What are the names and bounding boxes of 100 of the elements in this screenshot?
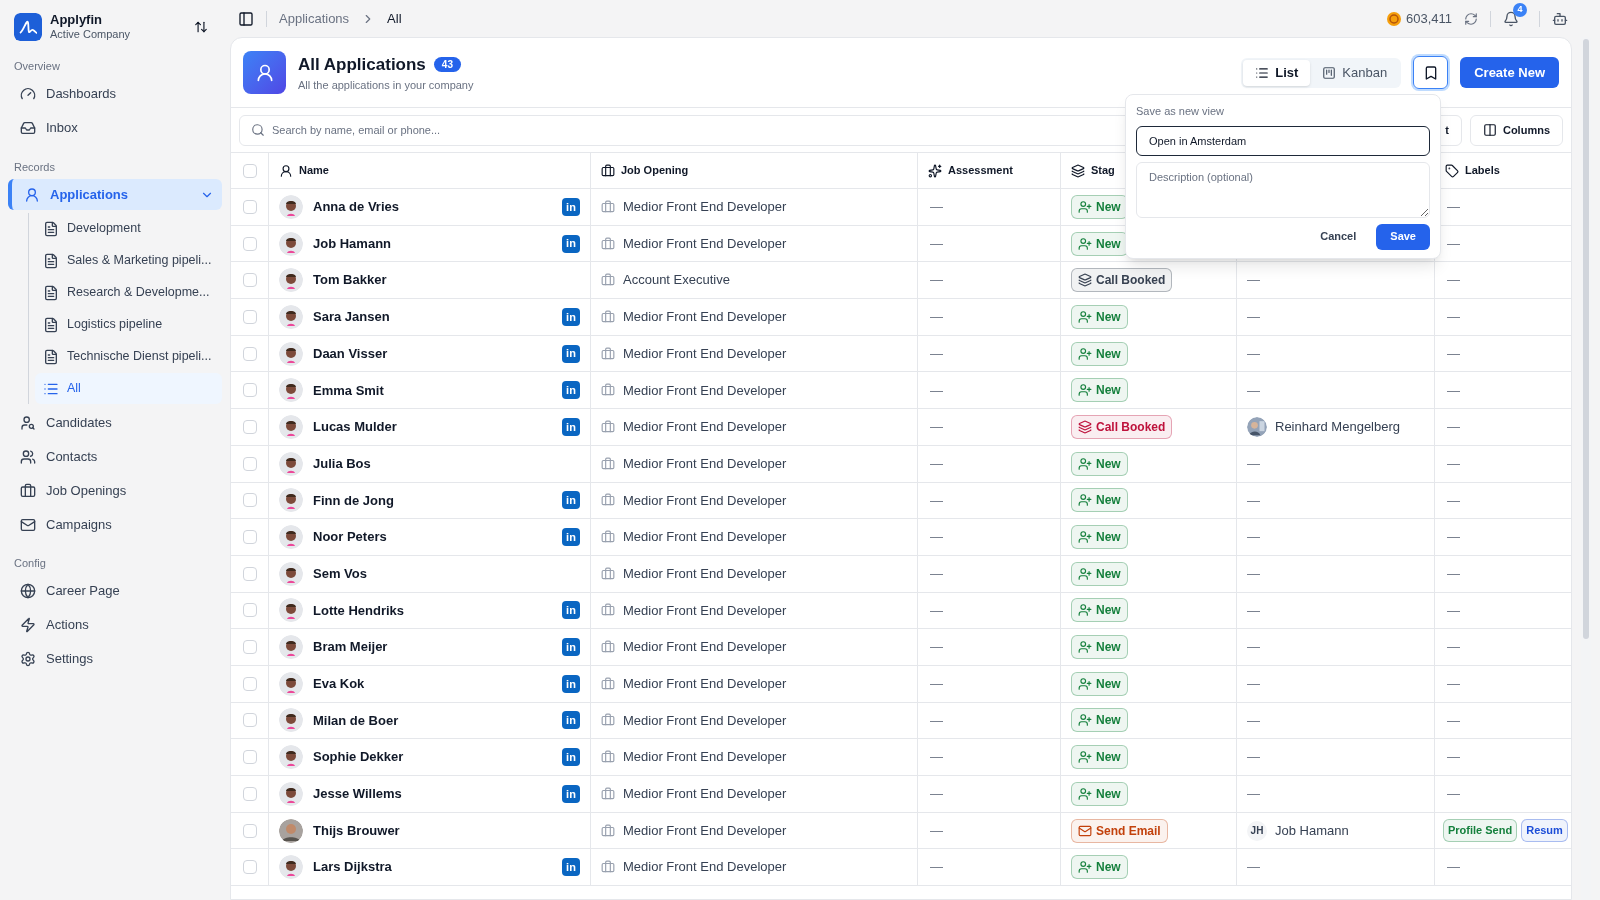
applicant-name[interactable]: Finn de Jong	[313, 490, 552, 511]
applicant-name[interactable]: Tom Bakker	[313, 270, 580, 290]
linkedin-badge[interactable]: in	[562, 674, 580, 693]
checkbox[interactable]	[242, 383, 257, 398]
job-opening[interactable]: Account Executive	[623, 270, 730, 290]
job-opening[interactable]: Medior Front End Developer	[623, 710, 787, 731]
sidebar-item[interactable]: Research & Developme...	[35, 277, 222, 308]
checkbox[interactable]	[242, 823, 257, 838]
job-opening[interactable]: Medior Front End Developer	[623, 784, 787, 804]
linkedin-badge[interactable]: in	[562, 601, 580, 620]
linkedin-badge[interactable]: in	[562, 638, 580, 657]
checkbox[interactable]	[242, 750, 257, 765]
job-opening[interactable]: Medior Front End Developer	[623, 307, 787, 327]
sidebar-item[interactable]: Technische Dienst pipeli...	[35, 341, 222, 372]
checkbox[interactable]	[242, 236, 257, 251]
switch-icon[interactable]	[194, 20, 208, 34]
job-opening[interactable]: Medior Front End Developer	[623, 600, 787, 621]
job-opening[interactable]: Medior Front End Developer	[623, 527, 787, 547]
description-field[interactable]: Description (optional)	[1136, 161, 1430, 218]
job-opening[interactable]: Medior Front End Developer	[623, 343, 787, 364]
sidebar-item[interactable]: Career Page	[8, 575, 222, 607]
job-opening[interactable]: Medior Front End Developer	[623, 453, 787, 474]
applicant-name[interactable]: Anna de Vries	[313, 197, 552, 217]
sidebar-toggle-icon[interactable]	[238, 10, 254, 27]
job-opening[interactable]: Medior Front End Developer	[623, 857, 787, 877]
applicant-name[interactable]: Julia Bos	[313, 453, 580, 474]
sidebar-item[interactable]: All	[35, 373, 222, 404]
scrollbar-thumb[interactable]	[1583, 39, 1589, 639]
sidebar-item[interactable]: Dashboards	[8, 78, 222, 110]
sidebar-item[interactable]: Logistics pipeline	[35, 309, 222, 340]
job-opening[interactable]: Medior Front End Developer	[623, 674, 787, 694]
column-header[interactable]: Assessment	[948, 162, 1013, 179]
bell-icon[interactable]	[1503, 10, 1519, 27]
applicant-name[interactable]: Job Hamann	[313, 233, 552, 254]
sidebar-item[interactable]: Development	[35, 213, 222, 244]
sidebar-item[interactable]: Contacts	[8, 441, 222, 472]
applicant-name[interactable]: Daan Visser	[313, 343, 552, 364]
create-new-button[interactable]: Create New	[1460, 57, 1559, 88]
sidebar-item[interactable]: Candidates	[8, 407, 222, 438]
checkbox[interactable]	[242, 713, 257, 728]
applicant-name[interactable]: Lotte Hendriks	[313, 600, 552, 621]
job-opening[interactable]: Medior Front End Developer	[623, 380, 787, 401]
checkbox[interactable]	[242, 566, 257, 581]
refresh-icon[interactable]	[1464, 11, 1478, 26]
job-opening[interactable]: Medior Front End Developer	[623, 747, 787, 767]
applicant-name[interactable]: Sem Vos	[313, 563, 580, 584]
linkedin-badge[interactable]: in	[562, 491, 580, 510]
sidebar-item[interactable]: Job Openings	[8, 475, 222, 506]
sidebar-item[interactable]: Campaigns	[8, 509, 222, 540]
column-header[interactable]: Name	[299, 162, 329, 179]
checkbox[interactable]	[242, 493, 257, 508]
applicant-name[interactable]: Jesse Willems	[313, 784, 552, 804]
checkbox[interactable]	[242, 530, 257, 545]
job-opening[interactable]: Medior Front End Developer	[623, 637, 787, 657]
cancel-button[interactable]: Cancel	[1308, 223, 1369, 250]
linkedin-badge[interactable]: in	[562, 748, 580, 767]
view-tab[interactable]: Kanban	[1310, 59, 1400, 86]
linkedin-badge[interactable]: in	[562, 197, 580, 216]
linkedin-badge[interactable]: in	[562, 417, 580, 436]
checkbox[interactable]	[242, 199, 257, 214]
job-opening[interactable]: Medior Front End Developer	[623, 563, 787, 584]
applicant-name[interactable]: Emma Smit	[313, 380, 552, 401]
checkbox[interactable]	[242, 786, 257, 801]
applicant-name[interactable]: Thijs Brouwer	[313, 820, 580, 841]
linkedin-badge[interactable]: in	[562, 344, 580, 363]
sidebar-item[interactable]: Settings	[8, 643, 222, 675]
toolbar-button[interactable]: Columns	[1469, 114, 1563, 146]
checkbox[interactable]	[242, 163, 257, 178]
checkbox[interactable]	[242, 346, 257, 361]
applicant-name[interactable]: Sophie Dekker	[313, 747, 552, 767]
linkedin-badge[interactable]: in	[562, 381, 580, 400]
column-header[interactable]: Labels	[1465, 162, 1500, 179]
applicant-name[interactable]: Bram Meijer	[313, 637, 552, 657]
linkedin-badge[interactable]: in	[562, 784, 580, 803]
applicant-name[interactable]: Eva Kok	[313, 674, 552, 694]
linkedin-badge[interactable]: in	[562, 858, 580, 877]
breadcrumb-item[interactable]: Applications	[279, 8, 350, 29]
bot-icon[interactable]	[1552, 10, 1568, 27]
save-view-button[interactable]	[1413, 56, 1449, 89]
sidebar-item[interactable]: Inbox	[8, 112, 222, 144]
save-button[interactable]: Save	[1376, 223, 1430, 250]
view-name-field[interactable]: Open in Amsterdam	[1136, 125, 1430, 156]
column-header[interactable]: Job Opening	[621, 162, 689, 179]
linkedin-badge[interactable]: in	[562, 711, 580, 730]
checkbox[interactable]	[242, 309, 257, 324]
view-tab[interactable]: List	[1243, 59, 1311, 86]
job-opening[interactable]: Medior Front End Developer	[623, 197, 787, 217]
job-opening[interactable]: Medior Front End Developer	[623, 820, 787, 841]
checkbox[interactable]	[242, 603, 257, 618]
applicant-name[interactable]: Sara Jansen	[313, 307, 552, 327]
applicant-name[interactable]: Milan de Boer	[313, 710, 552, 731]
applicant-name[interactable]: Lars Dijkstra	[313, 857, 552, 877]
job-opening[interactable]: Medior Front End Developer	[623, 490, 787, 511]
applicant-name[interactable]: Lucas Mulder	[313, 417, 552, 437]
checkbox[interactable]	[242, 860, 257, 875]
checkbox[interactable]	[242, 456, 257, 471]
linkedin-badge[interactable]: in	[562, 234, 580, 253]
sidebar-item[interactable]: Sales & Marketing pipeli...	[35, 245, 222, 276]
linkedin-badge[interactable]: in	[562, 528, 580, 547]
sidebar-item[interactable]: Actions	[8, 609, 222, 641]
